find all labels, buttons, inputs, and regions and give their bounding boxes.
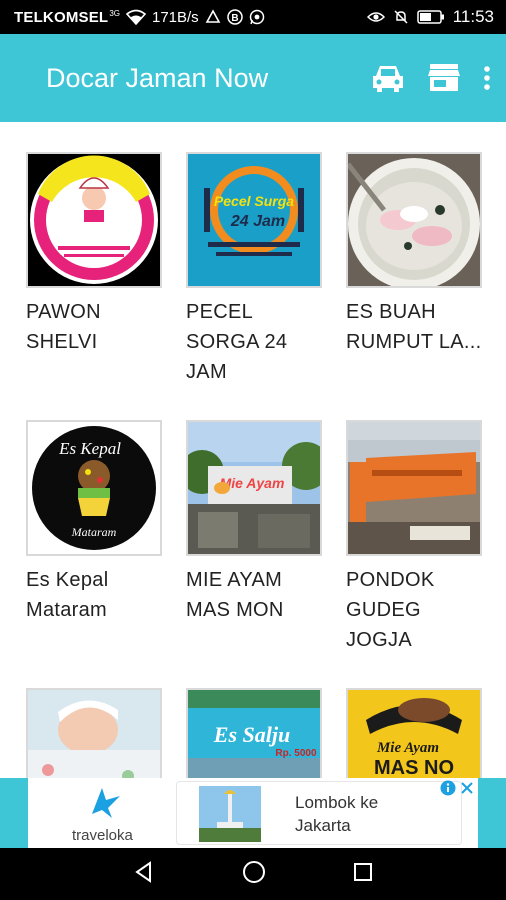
kepal-logo-text-1: Es Kepal xyxy=(58,439,121,458)
pawon-logo-text: Pawon Shelvie xyxy=(55,227,133,242)
eye-icon xyxy=(366,10,385,24)
grid-item-baby[interactable] xyxy=(26,688,162,778)
network-type: 3G xyxy=(109,8,120,18)
pondok-gudeg-photo xyxy=(346,420,482,556)
info-icon[interactable] xyxy=(440,780,456,801)
grid-item-es-salju[interactable]: Es Salju Rp. 5000 xyxy=(186,688,322,778)
mie-ayam-shop-photo: Mie Ayam xyxy=(186,420,322,556)
ad-card[interactable]: Lombok ke Jakarta xyxy=(176,781,462,845)
ad-headline-line2: Jakarta xyxy=(295,816,351,835)
kepal-logo-text-2: Mataram xyxy=(71,525,117,539)
traveloka-logo[interactable]: traveloka xyxy=(28,778,176,848)
item-label: PONDOK GUDEG JOGJA xyxy=(346,569,435,651)
app-title: Docar Jaman Now xyxy=(46,62,269,93)
car-icon[interactable] xyxy=(370,62,406,94)
back-icon[interactable] xyxy=(132,860,156,889)
salju-price-text: Rp. 5000 xyxy=(275,748,317,759)
mie-ayam-mas-no-logo: Mie Ayam MAS NO xyxy=(346,688,482,778)
grid-item-mie-ayam-mas-no[interactable]: Mie Ayam MAS NO xyxy=(346,688,482,778)
item-label: ES BUAH RUMPUT LA... xyxy=(346,301,482,353)
es-salju-sign: Es Salju Rp. 5000 xyxy=(186,688,322,778)
upload-icon xyxy=(205,9,221,25)
grid-item-es-kepal[interactable]: Es Kepal Mataram Es Kepal Mataram xyxy=(26,420,162,625)
ad-headline-line1: Lombok ke xyxy=(295,793,379,812)
whatsapp-icon xyxy=(249,9,265,25)
item-label: Es Kepal Mataram xyxy=(26,569,109,621)
es-buah-bowl-photo xyxy=(346,152,482,288)
grid-item-pawon-shelvi[interactable]: Pawon Shelvie PAWON SHELVI xyxy=(26,152,162,357)
salju-sign-text: Es Salju xyxy=(213,722,290,747)
ad-brand-name: traveloka xyxy=(72,827,133,844)
restaurant-grid: Pawon Shelvie PAWON SHELVI Pecel Surga 2… xyxy=(0,122,506,778)
status-bar: TELKOMSEL 3G 171B/s B 11:53 xyxy=(0,0,506,34)
battery-icon xyxy=(416,10,445,24)
mas-no-text-2: MAS NO xyxy=(374,757,454,778)
b-icon: B xyxy=(226,9,243,25)
mute-icon xyxy=(393,9,409,25)
grid-item-pondok-gudeg[interactable]: PONDOK GUDEG JOGJA xyxy=(346,420,482,655)
item-label: PECEL SORGA 24 JAM xyxy=(186,301,288,383)
store-icon[interactable] xyxy=(426,62,462,94)
item-label: MIE AYAM MAS MON xyxy=(186,569,284,621)
ad-headline: Lombok ke Jakarta xyxy=(295,791,378,837)
mas-no-text-1: Mie Ayam xyxy=(376,740,439,756)
wifi-icon xyxy=(125,9,146,25)
grid-item-pecel-sorga[interactable]: Pecel Surga 24 Jam PECEL SORGA 24 JAM xyxy=(186,152,322,387)
pecel-surga-logo: Pecel Surga 24 Jam xyxy=(186,152,322,288)
item-label: PAWON SHELVI xyxy=(26,301,101,353)
network-speed: 171B/s xyxy=(151,8,199,26)
pawon-shelvie-logo: Pawon Shelvie xyxy=(26,152,162,288)
pecel-logo-text-2: 24 Jam xyxy=(230,213,285,230)
home-icon[interactable] xyxy=(241,859,267,890)
baby-photo xyxy=(26,688,162,778)
grid-item-es-buah[interactable]: ES BUAH RUMPUT LA... xyxy=(346,152,482,357)
system-nav-bar xyxy=(0,848,506,900)
clock: 11:53 xyxy=(452,7,494,26)
app-bar: Docar Jaman Now xyxy=(0,34,506,122)
svg-text:B: B xyxy=(231,13,238,24)
carrier-name: TELKOMSEL xyxy=(14,8,109,26)
close-icon[interactable] xyxy=(460,781,474,800)
monas-photo xyxy=(199,786,261,842)
recents-icon[interactable] xyxy=(352,861,374,888)
es-kepal-logo: Es Kepal Mataram xyxy=(26,420,162,556)
more-vert-icon[interactable] xyxy=(482,64,492,92)
pecel-logo-text-1: Pecel Surga xyxy=(214,193,294,209)
grid-item-mie-ayam[interactable]: Mie Ayam MIE AYAM MAS MON xyxy=(186,420,322,625)
ad-banner[interactable]: traveloka Lombok ke Jakarta xyxy=(0,778,506,848)
